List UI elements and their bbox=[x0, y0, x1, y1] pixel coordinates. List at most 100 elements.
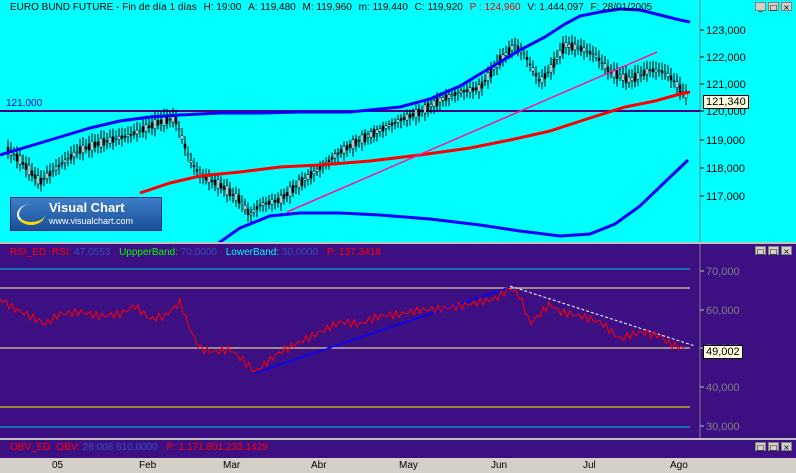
candle-body bbox=[213, 179, 217, 186]
obv-label: OBV: bbox=[56, 442, 80, 453]
candle-body bbox=[177, 128, 181, 131]
candle-body bbox=[441, 97, 445, 101]
maximize-button[interactable]: □ bbox=[768, 2, 779, 12]
price-tick-label: 117,000 bbox=[706, 191, 745, 203]
candle-body bbox=[435, 97, 439, 107]
candle-body bbox=[126, 134, 130, 137]
minimize-button[interactable]: _ bbox=[755, 2, 766, 12]
candle-body bbox=[630, 77, 634, 81]
header-date: F: 28/01/2005 bbox=[590, 2, 653, 13]
candle-body bbox=[522, 53, 526, 55]
candle-body bbox=[567, 43, 571, 48]
obv-close-button[interactable]: × bbox=[781, 442, 792, 452]
lower-band-value: 30,0000 bbox=[281, 247, 319, 258]
obv-name: OBV_ED bbox=[10, 442, 51, 453]
rsi-tick-label: 70,000 bbox=[706, 266, 740, 278]
candle-body bbox=[78, 146, 82, 154]
header-h: H: 19:00 bbox=[203, 2, 242, 13]
rsi-panel[interactable]: 70,00060,00050,00040,00030,000 RSI_ED RS… bbox=[0, 242, 796, 438]
candle-body bbox=[648, 69, 652, 71]
candle-body bbox=[57, 164, 61, 167]
candle-body bbox=[588, 51, 592, 55]
x-axis-label-ago: Ago bbox=[670, 460, 688, 471]
candle-body bbox=[558, 49, 562, 57]
candle-body bbox=[210, 179, 214, 183]
candle-body bbox=[357, 139, 361, 142]
close-button[interactable]: × bbox=[781, 2, 792, 12]
candle-body bbox=[624, 73, 628, 84]
candle-body bbox=[540, 76, 544, 83]
candle-body bbox=[267, 200, 271, 205]
logo-url: www.visualchart.com bbox=[49, 216, 134, 226]
price-chart-panel[interactable]: 123,000 122,000 121,000 120,000 119,000 118,0… bbox=[0, 0, 796, 242]
rsi-trendline-blue[interactable] bbox=[254, 286, 511, 374]
price-tick-label: 123,000 bbox=[706, 25, 746, 37]
candle-body bbox=[549, 64, 553, 73]
candle-body bbox=[294, 185, 298, 188]
upper-band-value: 70,0000 bbox=[180, 247, 217, 258]
rsi-last-value-box: 49,002 bbox=[703, 345, 743, 359]
rsi-maximize-button[interactable]: □ bbox=[768, 246, 779, 256]
candle-body bbox=[276, 197, 280, 204]
candle-body bbox=[117, 135, 121, 140]
candle-body bbox=[675, 81, 679, 88]
rsi-close-button[interactable]: × bbox=[781, 246, 792, 256]
candle-body bbox=[132, 131, 136, 136]
obv-restore-button[interactable]: □ bbox=[755, 442, 766, 452]
rsi-restore-button[interactable]: □ bbox=[755, 246, 766, 256]
candle-body bbox=[342, 145, 346, 154]
rsi-name: RSI_ED bbox=[10, 247, 47, 258]
candle-body bbox=[333, 153, 337, 159]
candle-body bbox=[240, 201, 244, 205]
candle-body bbox=[45, 173, 49, 180]
candle-body bbox=[387, 124, 391, 127]
obv-maximize-button[interactable]: □ bbox=[768, 442, 779, 452]
candle-body bbox=[591, 53, 595, 55]
candle-body bbox=[402, 116, 406, 121]
candle-body bbox=[534, 73, 538, 77]
candle-body bbox=[252, 209, 256, 213]
candle-body bbox=[483, 80, 487, 82]
candle-body bbox=[471, 87, 475, 92]
candle-body bbox=[597, 57, 601, 62]
candle-body bbox=[576, 47, 580, 49]
candle-body bbox=[330, 157, 334, 160]
candle-body bbox=[561, 43, 565, 54]
lower-band-label: LowerBand: bbox=[225, 247, 280, 258]
candle-body bbox=[153, 119, 157, 130]
trendline-pink[interactable] bbox=[286, 51, 658, 213]
candle-body bbox=[507, 47, 511, 55]
candle-body bbox=[432, 100, 436, 107]
candle-body bbox=[525, 57, 529, 61]
x-axis-label-feb: Feb bbox=[139, 460, 157, 471]
candle-body bbox=[237, 195, 241, 204]
candle-body bbox=[555, 57, 559, 60]
candle-body bbox=[513, 44, 517, 46]
candle-body bbox=[423, 104, 427, 114]
candle-body bbox=[528, 63, 532, 66]
candle-body bbox=[351, 139, 355, 149]
logo-swoosh-icon bbox=[17, 204, 45, 225]
candle-body bbox=[375, 129, 379, 134]
candle-body bbox=[654, 69, 658, 73]
candle-body bbox=[645, 68, 649, 75]
x-axis-label-may: May bbox=[399, 460, 418, 471]
upper-band-label: UppperBand: bbox=[119, 247, 179, 258]
candle-body bbox=[672, 80, 676, 83]
candle-body bbox=[354, 138, 358, 147]
candle-body bbox=[429, 104, 433, 107]
candle-body bbox=[606, 67, 610, 73]
x-axis-label-05: 05 bbox=[52, 460, 64, 471]
candle-body bbox=[63, 159, 67, 163]
candle-body bbox=[192, 164, 196, 168]
candle-body bbox=[303, 177, 307, 181]
obv-panel[interactable]: OBV_ED OBV: 28.008.810,0000 P: 1.171.801… bbox=[0, 438, 796, 458]
candle-body bbox=[273, 200, 277, 203]
header-c: C: 119,920 bbox=[414, 2, 463, 13]
candle-body bbox=[69, 154, 73, 160]
candle-body bbox=[627, 76, 631, 83]
lower-bollinger-band bbox=[217, 158, 690, 242]
candle-body bbox=[246, 208, 250, 216]
logo-name: Visual Chart bbox=[49, 200, 125, 215]
candle-body bbox=[228, 188, 232, 197]
